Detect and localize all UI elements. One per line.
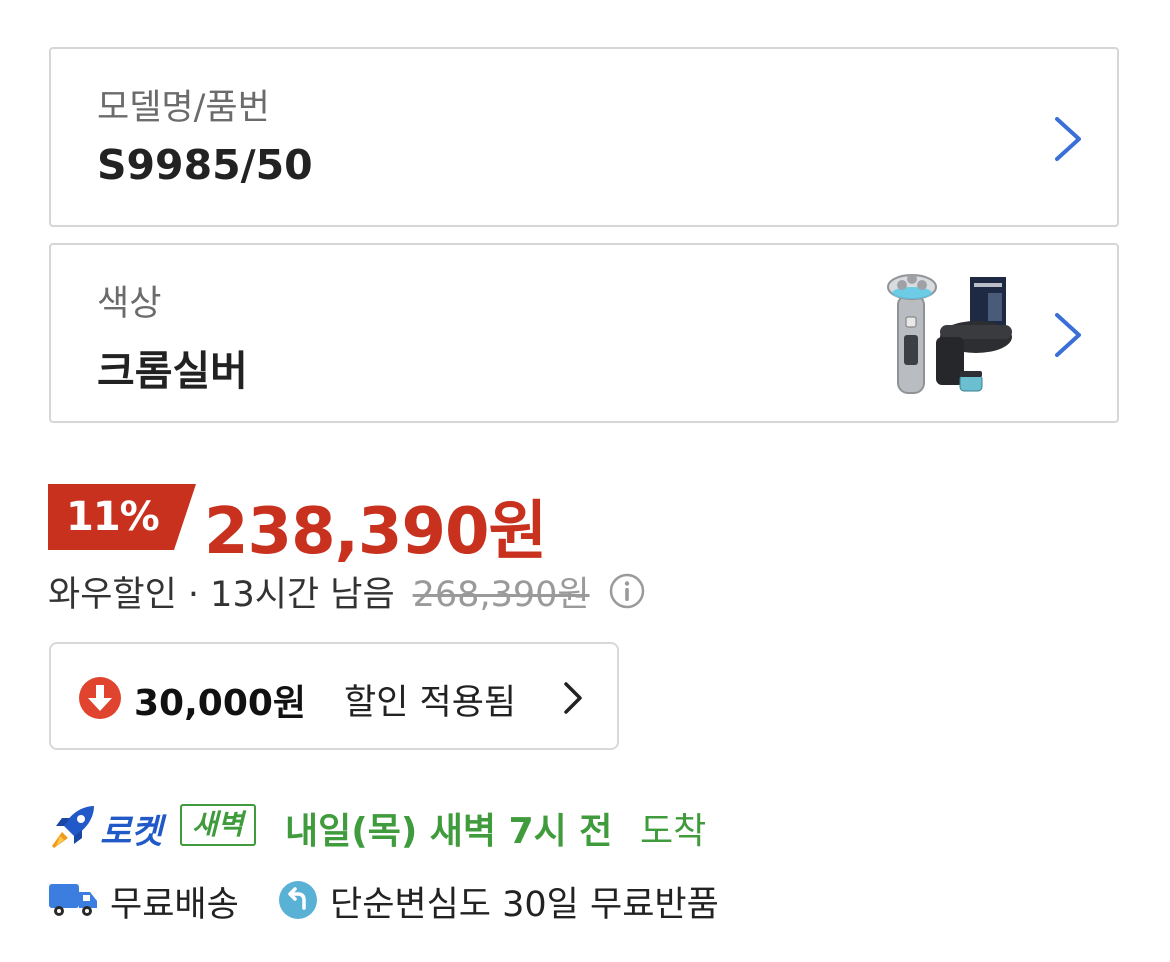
- rocket-icon: [52, 806, 94, 848]
- dawn-badge: 새벽: [180, 804, 256, 846]
- wow-discount-text: 와우할인 · 13시간 남음: [48, 574, 395, 615]
- down-arrow-circle-icon: [79, 677, 121, 719]
- model-label: 모델명/품번: [97, 88, 270, 128]
- arrival-time: 내일(목) 새벽 7시 전: [285, 811, 613, 852]
- wow-discount-row: 와우할인 · 13시간 남음 268,390원: [48, 568, 646, 615]
- original-price: 268,390원: [412, 574, 590, 615]
- return-arrow-icon: [279, 881, 317, 919]
- chevron-right-icon: [564, 682, 582, 714]
- color-option-box[interactable]: 색상 크롬실버: [49, 243, 1119, 423]
- color-label: 색상: [97, 284, 162, 324]
- coupon-amount: 30,000원: [134, 683, 307, 724]
- discount-rate: 11%: [66, 494, 160, 540]
- model-value: S9985/50: [97, 141, 313, 189]
- coupon-applied-button[interactable]: 30,000원 할인 적용됨: [49, 642, 619, 750]
- free-return-text: 단순변심도 30일 무료반품: [330, 885, 719, 925]
- rocket-label: 로켓: [100, 812, 163, 852]
- chevron-right-icon[interactable]: [1049, 115, 1087, 163]
- chevron-right-icon[interactable]: [1049, 311, 1087, 359]
- model-option-box[interactable]: 모델명/품번 S9985/50: [49, 47, 1119, 227]
- truck-icon: [49, 884, 97, 916]
- free-shipping-text: 무료배송: [110, 885, 239, 925]
- sale-price: 238,390원: [204, 495, 547, 569]
- coupon-label: 할인 적용됨: [344, 683, 517, 723]
- info-icon[interactable]: [608, 572, 646, 610]
- product-thumbnail: [887, 274, 1012, 394]
- color-value: 크롬실버: [97, 347, 248, 395]
- arrival-suffix: 도착: [640, 811, 707, 852]
